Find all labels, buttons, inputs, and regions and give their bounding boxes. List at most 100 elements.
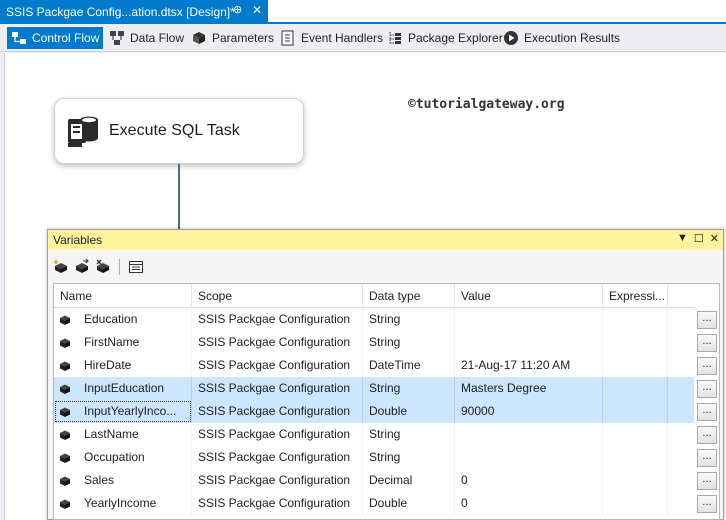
expression-ellipsis-button[interactable]: ...	[697, 426, 717, 444]
variables-window: Variables ▼ ☐ ✕ Name Scope Data type Val…	[47, 229, 724, 520]
expression-ellipsis-button[interactable]: ...	[697, 311, 717, 329]
variable-value[interactable]: 90000	[455, 400, 603, 423]
variable-name: LastName	[84, 427, 139, 441]
move-variable-icon[interactable]	[73, 258, 91, 276]
variable-value[interactable]	[455, 331, 603, 354]
variable-value[interactable]: Masters Degree	[455, 377, 603, 400]
variable-expression[interactable]	[603, 446, 668, 469]
column-header-scope[interactable]: Scope	[192, 284, 363, 308]
column-header-expression[interactable]: Expressi...	[603, 284, 668, 308]
variable-data-type[interactable]: String	[363, 331, 455, 354]
designer-tab-bar: Control Flow Data Flow Parameters Event …	[0, 24, 726, 52]
variable-scope[interactable]: SSIS Packgae Configuration	[192, 423, 363, 446]
variable-data-type[interactable]: Double	[363, 492, 455, 515]
variable-data-type[interactable]: String	[363, 446, 455, 469]
variable-expression[interactable]	[603, 377, 668, 400]
variable-row[interactable]: HireDate SSIS Packgae Configuration DateTi…	[54, 354, 695, 377]
variable-expression[interactable]	[603, 400, 668, 423]
variable-value[interactable]	[455, 446, 603, 469]
maximize-icon[interactable]: ☐	[694, 232, 704, 245]
variable-name: FirstName	[84, 335, 140, 349]
variable-expression[interactable]	[603, 492, 668, 515]
variable-data-type[interactable]: DateTime	[363, 354, 455, 377]
variables-window-header[interactable]: Variables ▼ ☐ ✕	[48, 230, 723, 250]
tab-event-handlers[interactable]: Event Handlers	[276, 27, 387, 49]
variable-row[interactable]: FirstName SSIS Packgae Configuration Strin…	[54, 331, 695, 354]
variable-icon	[58, 383, 72, 395]
variable-scope[interactable]: SSIS Packgae Configuration	[192, 400, 363, 423]
tab-data-flow[interactable]: Data Flow	[105, 27, 188, 49]
variable-row[interactable]: Occupation SSIS Packgae Configuration Stri…	[54, 446, 695, 469]
variable-row[interactable]: Education SSIS Packgae Configuration Strin…	[54, 308, 695, 331]
variable-data-type[interactable]: String	[363, 308, 455, 331]
variable-data-type[interactable]: String	[363, 377, 455, 400]
variable-scope[interactable]: SSIS Packgae Configuration	[192, 446, 363, 469]
column-header-value[interactable]: Value	[455, 284, 603, 308]
variable-icon	[58, 498, 72, 510]
close-window-icon[interactable]: ✕	[710, 232, 719, 245]
variable-value[interactable]: 21-Aug-17 11:20 AM	[455, 354, 603, 377]
variable-scope[interactable]: SSIS Packgae Configuration	[192, 331, 363, 354]
variables-grid: Name Scope Data type Value Expressi... E…	[53, 283, 695, 520]
variable-scope[interactable]: SSIS Packgae Configuration	[192, 377, 363, 400]
tab-control-flow[interactable]: Control Flow	[7, 27, 104, 49]
variable-data-type[interactable]: Decimal	[363, 469, 455, 492]
column-header-data-type[interactable]: Data type	[363, 284, 455, 308]
tab-event-handlers-label: Event Handlers	[301, 31, 384, 45]
variable-value[interactable]	[455, 308, 603, 331]
variable-value[interactable]: 0	[455, 469, 603, 492]
variable-row[interactable]: YearlyIncome SSIS Packgae Configuration Do…	[54, 492, 695, 515]
expression-ellipsis-button[interactable]: ...	[697, 472, 717, 490]
variable-name-cell[interactable]: InputEducation	[54, 377, 192, 400]
variable-value[interactable]: 0	[455, 492, 603, 515]
event-handlers-icon	[280, 30, 296, 46]
execute-sql-task[interactable]: Execute SQL Task	[54, 98, 304, 164]
variable-expression[interactable]	[603, 331, 668, 354]
variable-name-cell[interactable]: InputYearlyInco...	[54, 400, 192, 423]
grid-options-icon[interactable]	[127, 258, 145, 276]
tab-package-explorer[interactable]: Package Explorer	[383, 27, 507, 49]
variable-value[interactable]	[455, 423, 603, 446]
variable-row[interactable]: InputYearlyInco... SSIS Packgae Configura…	[54, 400, 695, 423]
variable-expression[interactable]	[603, 354, 668, 377]
expression-ellipsis-button[interactable]: ...	[697, 403, 717, 421]
variable-name-cell[interactable]: Education	[54, 308, 192, 331]
close-tab-icon[interactable]: ✕	[252, 3, 262, 17]
add-variable-icon[interactable]	[52, 258, 70, 276]
document-tab[interactable]: SSIS Packgae Config...ation.dtsx [Design…	[0, 0, 268, 24]
variable-expression[interactable]	[603, 469, 668, 492]
tab-execution-results[interactable]: Execution Results	[499, 27, 624, 49]
variable-row[interactable]: InputEducation SSIS Packgae Configuration…	[54, 377, 695, 400]
variable-scope[interactable]: SSIS Packgae Configuration	[192, 469, 363, 492]
variable-name-cell[interactable]: FirstName	[54, 331, 192, 354]
variable-name-cell[interactable]: YearlyIncome	[54, 492, 192, 515]
variable-expression[interactable]	[603, 423, 668, 446]
column-header-name[interactable]: Name	[54, 284, 192, 308]
window-menu-icon[interactable]: ▼	[677, 232, 688, 245]
variable-scope[interactable]: SSIS Packgae Configuration	[192, 354, 363, 377]
expression-ellipsis-button[interactable]: ...	[697, 449, 717, 467]
variable-data-type[interactable]: Double	[363, 400, 455, 423]
variable-row[interactable]: LastName SSIS Packgae Configuration String	[54, 423, 695, 446]
pin-icon[interactable]: ⊕	[233, 3, 242, 16]
expression-ellipsis-button[interactable]: ...	[697, 380, 717, 398]
variable-expression[interactable]	[603, 308, 668, 331]
variable-scope[interactable]: SSIS Packgae Configuration	[192, 308, 363, 331]
control-flow-icon	[11, 30, 27, 46]
delete-variable-icon[interactable]	[94, 258, 112, 276]
precedence-connector[interactable]	[178, 164, 180, 230]
execute-sql-task-label: Execute SQL Task	[109, 122, 240, 139]
variable-name-cell[interactable]: Occupation	[54, 446, 192, 469]
tab-parameters-label: Parameters	[212, 31, 275, 45]
variable-scope[interactable]: SSIS Packgae Configuration	[192, 492, 363, 515]
variable-name-cell[interactable]: LastName	[54, 423, 192, 446]
variable-row[interactable]: Sales SSIS Packgae Configuration Decimal 0	[54, 469, 695, 492]
variable-name-cell[interactable]: Sales	[54, 469, 192, 492]
variable-name: InputEducation	[84, 381, 165, 395]
expression-ellipsis-button[interactable]: ...	[697, 334, 717, 352]
variable-data-type[interactable]: String	[363, 423, 455, 446]
tab-parameters[interactable]: Parameters	[187, 27, 278, 49]
variable-name-cell[interactable]: HireDate	[54, 354, 192, 377]
expression-ellipsis-button[interactable]: ...	[697, 495, 717, 513]
expression-ellipsis-button[interactable]: ...	[697, 357, 717, 375]
